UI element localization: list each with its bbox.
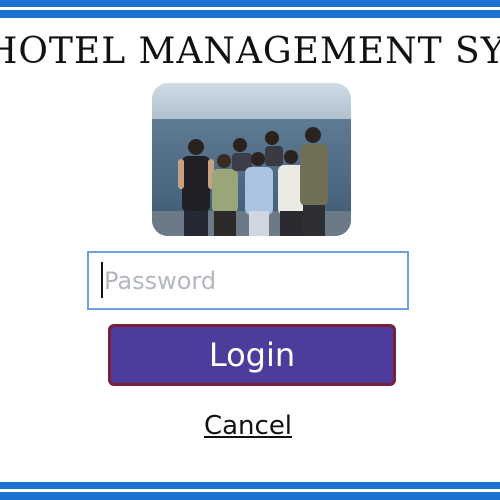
cancel-link[interactable]: Cancel [150, 406, 346, 446]
text-cursor [101, 262, 103, 298]
top-border [0, 0, 500, 18]
group-photo-image [152, 83, 351, 236]
password-input[interactable] [87, 251, 409, 310]
bottom-border [0, 482, 500, 500]
login-button[interactable]: Login [108, 324, 396, 386]
app-title: HOTEL MANAGEMENT SYSTEM [0, 31, 500, 72]
login-window: HOTEL MANAGEMENT SYSTEM [0, 0, 500, 500]
group-photo [152, 83, 351, 236]
